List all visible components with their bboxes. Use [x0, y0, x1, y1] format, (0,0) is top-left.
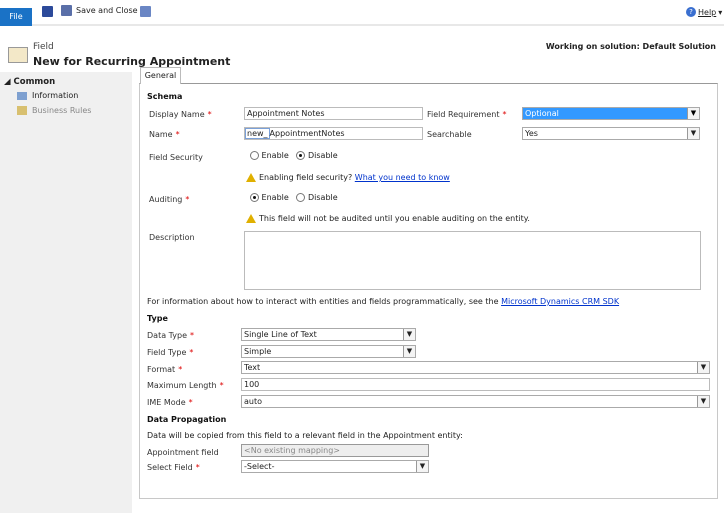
- format-label: Format *: [147, 365, 183, 374]
- searchable-label: Searchable: [427, 130, 472, 139]
- name-prefix: new_: [245, 128, 270, 139]
- propagation-text: Data will be copied from this field to a…: [147, 431, 463, 440]
- searchable-select[interactable]: Yes ▼: [522, 127, 700, 140]
- display-name-label: Display Name *: [149, 110, 212, 119]
- field-type-select[interactable]: Simple ▼: [241, 345, 416, 358]
- save-icon[interactable]: [42, 6, 53, 17]
- what-you-need-to-know-link[interactable]: What you need to know: [355, 173, 450, 182]
- help-button[interactable]: ? Help ▾: [686, 7, 722, 17]
- field-security-enable-radio[interactable]: [250, 151, 259, 160]
- chevron-down-icon: ▼: [416, 461, 428, 472]
- auditing-enable-radio[interactable]: [250, 193, 259, 202]
- field-security-label: Field Security: [149, 153, 203, 162]
- field-security-radios: Enable Disable: [250, 151, 338, 160]
- warning-icon: [246, 214, 256, 223]
- name-input[interactable]: new_ AppointmentNotes: [244, 127, 423, 140]
- chevron-down-icon: ▼: [697, 362, 709, 373]
- solution-label: Working on solution: Default Solution: [545, 42, 716, 51]
- description-textarea[interactable]: [244, 231, 701, 290]
- auditing-label: Auditing *: [149, 195, 190, 204]
- sidebar: ◢ Common Information Business Rules: [0, 72, 132, 513]
- business-rules-icon: [17, 106, 27, 115]
- chevron-down-icon: ▼: [687, 128, 699, 139]
- toolbar: File Save and Close ? Help ▾: [0, 0, 724, 26]
- auditing-disable-radio[interactable]: [296, 193, 306, 202]
- select-field-select[interactable]: -Select- ▼: [241, 460, 429, 473]
- chevron-down-icon: ▼: [403, 346, 415, 357]
- sidebar-item-business-rules[interactable]: Business Rules: [17, 106, 91, 115]
- data-type-select[interactable]: Single Line of Text ▼: [241, 328, 416, 341]
- file-button[interactable]: File: [0, 8, 32, 26]
- sdk-link[interactable]: Microsoft Dynamics CRM SDK: [501, 297, 619, 306]
- schema-heading: Schema: [147, 92, 183, 101]
- publish-icon[interactable]: [140, 6, 151, 17]
- help-icon: ?: [686, 7, 696, 17]
- tab-general[interactable]: General: [140, 67, 181, 84]
- format-select[interactable]: Text ▼: [241, 361, 710, 374]
- data-propagation-heading: Data Propagation: [147, 415, 227, 424]
- sidebar-item-information[interactable]: Information: [17, 91, 78, 100]
- appointment-field-label: Appointment field: [147, 448, 219, 457]
- select-field-label: Select Field *: [147, 463, 200, 472]
- ime-mode-select[interactable]: auto ▼: [241, 395, 710, 408]
- auditing-radios: Enable Disable: [250, 193, 338, 202]
- max-length-input[interactable]: 100: [241, 378, 710, 391]
- chevron-down-icon: ▼: [687, 108, 699, 119]
- entity-type: Field: [33, 42, 54, 52]
- auditing-warning: This field will not be audited until you…: [246, 214, 530, 223]
- ime-mode-label: IME Mode *: [147, 398, 193, 407]
- name-label: Name *: [149, 130, 180, 139]
- field-requirement-select[interactable]: Optional ▼: [522, 107, 700, 120]
- field-requirement-label: Field Requirement *: [427, 110, 507, 119]
- save-close-icon: [61, 5, 72, 16]
- max-length-label: Maximum Length *: [147, 381, 224, 390]
- data-type-label: Data Type *: [147, 331, 195, 340]
- sdk-info: For information about how to interact wi…: [147, 297, 620, 306]
- chevron-down-icon: ▼: [403, 329, 415, 340]
- display-name-input[interactable]: Appointment Notes: [244, 107, 423, 120]
- field-type-label: Field Type *: [147, 348, 194, 357]
- field-security-warning: Enabling field security? What you need t…: [246, 173, 450, 182]
- field-security-disable-radio[interactable]: [296, 151, 306, 160]
- field-entity-icon: [8, 47, 28, 63]
- warning-icon: [246, 173, 256, 182]
- appointment-field-input[interactable]: <No existing mapping>: [241, 444, 429, 457]
- chevron-down-icon: ▼: [697, 396, 709, 407]
- sidebar-section-common[interactable]: ◢ Common: [4, 77, 55, 87]
- type-heading: Type: [147, 314, 168, 323]
- information-icon: [17, 91, 27, 100]
- description-label: Description: [149, 233, 195, 242]
- save-and-close-button[interactable]: Save and Close: [61, 5, 138, 16]
- page-title: New for Recurring Appointment: [33, 55, 231, 68]
